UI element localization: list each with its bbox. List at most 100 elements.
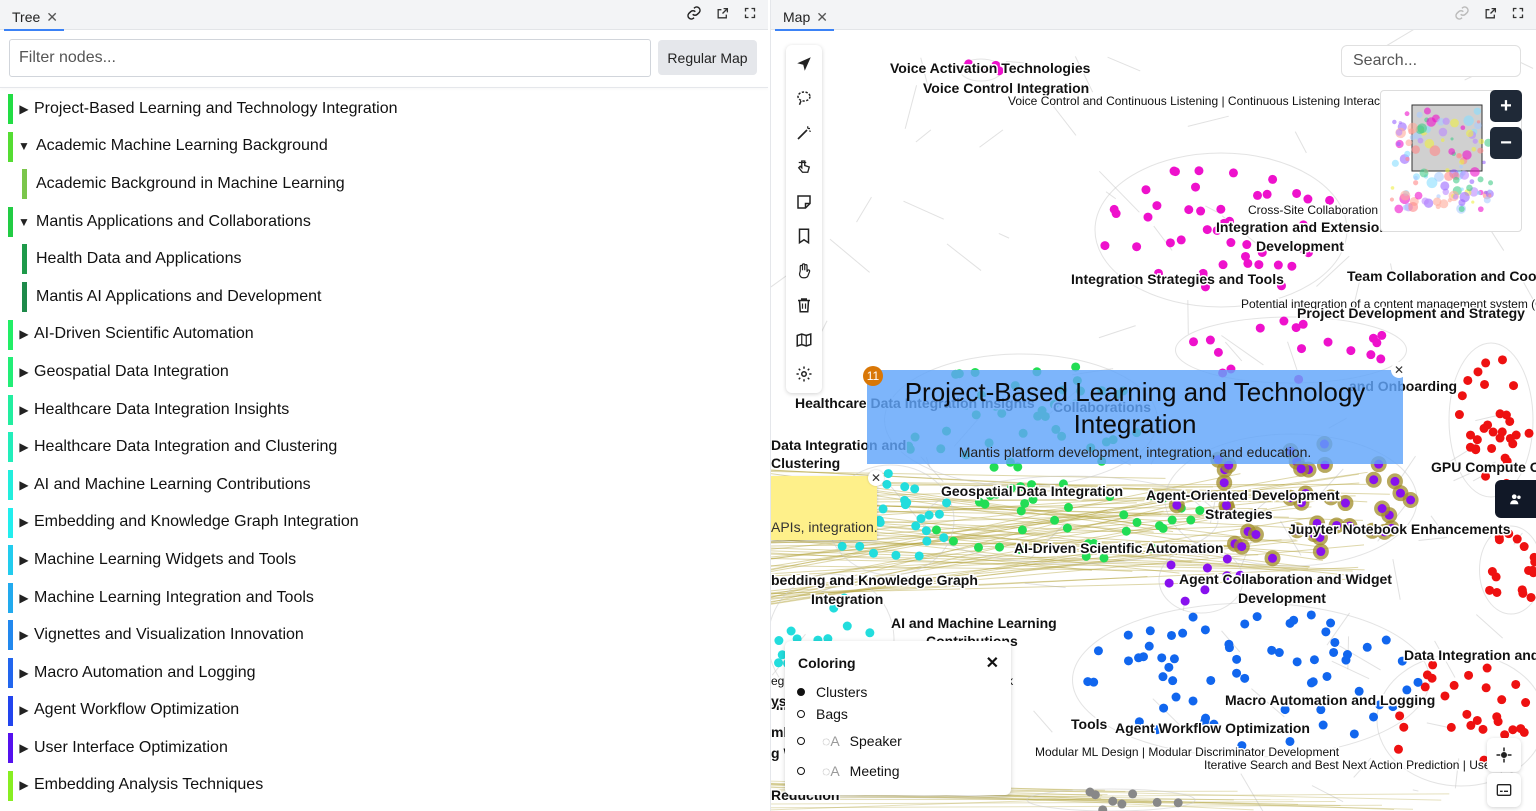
tree-node[interactable]: ▶ Macro Automation and Logging [0,654,768,692]
map-point [1186,515,1196,525]
map-point [1144,641,1154,651]
minimap-point [1447,198,1452,203]
collapse-triangle-icon[interactable]: ▼ [18,215,30,229]
popout-icon[interactable] [1482,5,1498,21]
expand-triangle-icon[interactable]: ▶ [18,327,30,341]
map-point [1488,427,1498,437]
map-point [1399,722,1409,732]
coloring-option-speaker[interactable]: ◌A Speaker [797,733,902,749]
tree-panel: Tree ✕ Regular Map ▶Project-Based Le [0,0,768,811]
recenter-button[interactable] [1487,738,1521,772]
bookmark-tool-button[interactable] [794,225,814,249]
tooltip-close-icon[interactable]: ✕ [1391,362,1407,378]
trash-tool-button[interactable] [794,294,814,318]
expand-triangle-icon[interactable]: ▶ [18,628,30,642]
expand-triangle-icon[interactable]: ▶ [18,741,30,755]
navigate-tool-button[interactable] [794,52,814,76]
filter-nodes-input[interactable] [9,39,651,77]
tree-node[interactable]: ▶ Healthcare Data Integration Insights [0,391,768,429]
settings-tool-button[interactable] [794,363,814,387]
sticky-note-tool-button[interactable] [794,190,814,214]
expand-triangle-icon[interactable]: ▶ [18,403,30,417]
tab-tree[interactable]: Tree ✕ [4,5,65,31]
tree-node[interactable]: ▶ Embedding Analysis Techniques [0,767,768,805]
pan-hand-tool-button[interactable] [794,259,814,283]
tab-close-icon[interactable]: ✕ [816,9,828,26]
lasso-tool-button[interactable] [794,87,814,111]
map-point [1141,185,1151,195]
radio-clusters[interactable] [797,688,805,696]
radio-speaker[interactable] [797,737,805,745]
expand-triangle-icon[interactable]: ▶ [18,102,30,116]
tab-active-indicator [4,29,65,31]
tab-map[interactable]: Map ✕ [775,5,834,31]
map-point [1279,316,1289,326]
coloring-close-icon[interactable]: ✕ [986,653,999,673]
tree-node-label: Embedding Analysis Techniques [34,776,264,794]
collapse-triangle-icon[interactable]: ▼ [18,139,30,153]
map-point [1446,722,1456,732]
map-point [1497,695,1507,705]
expand-triangle-icon[interactable]: ▶ [18,666,30,680]
regular-map-button[interactable]: Regular Map [658,40,757,75]
expand-triangle-icon[interactable]: ▶ [18,778,30,792]
map-point [1093,646,1103,656]
map-point [1273,260,1283,270]
link-icon[interactable] [686,5,702,21]
pointer-hand-tool-button[interactable] [794,156,814,180]
tree-node[interactable]: ▶ Project-Based Learning and Technology I… [0,90,768,128]
tree-node[interactable]: ▶ Healthcare Data Integration and Cluster… [0,428,768,466]
map-search-input[interactable] [1341,45,1521,77]
minimap-point [1394,204,1404,214]
map-point [1427,673,1437,683]
zoom-in-button[interactable]: + [1490,90,1522,122]
maximize-icon[interactable] [742,5,758,21]
tree-node[interactable]: ▶ Agent Workflow Optimization [0,692,768,730]
tree-node[interactable]: ▶ Machine Learning Integration and Tools [0,579,768,617]
radio-meeting[interactable] [797,767,805,775]
map-point [1487,566,1497,576]
expand-triangle-icon[interactable]: ▶ [18,703,30,717]
people-panel-button[interactable] [1495,480,1536,518]
coloring-option-meeting[interactable]: ◌A Meeting [797,763,899,779]
coloring-option-bags[interactable]: Bags [797,706,848,722]
minimap-point [1417,123,1427,134]
tree-node[interactable]: ▼ Mantis Applications and Collaborations [0,203,768,241]
map-point [1219,478,1229,488]
expand-triangle-icon[interactable]: ▶ [18,440,30,454]
zoom-out-button[interactable]: − [1490,127,1522,159]
map-tool-button[interactable] [794,328,814,352]
map-point [1326,618,1336,628]
tree-child-node[interactable]: Health Data and Applications [0,240,768,278]
tree-node[interactable]: ▶ Embedding and Knowledge Graph Integrati… [0,504,768,542]
magic-wand-tool-button[interactable] [794,121,814,145]
tree-child-node[interactable]: Mantis AI Applications and Development [0,278,768,316]
map-point [1478,724,1488,734]
tree-node[interactable]: ▶ AI and Machine Learning Contributions [0,466,768,504]
coloring-option-clusters[interactable]: Clusters [797,684,867,700]
map-point [1171,692,1181,702]
caption-toggle-button[interactable] [1487,773,1521,807]
tree-node[interactable]: ▶ AI-Driven Scientific Automation [0,316,768,354]
tree-node[interactable]: ▶ Machine Learning Widgets and Tools [0,541,768,579]
minimap-point [1405,156,1410,162]
map-point [1165,238,1175,248]
sticky-note[interactable]: APIs, integration. ✕ [771,470,884,540]
tree-node[interactable]: ▶ Vignettes and Visualization Innovation [0,616,768,654]
expand-triangle-icon[interactable]: ▶ [18,478,30,492]
tree-node[interactable]: ▶ Geospatial Data Integration [0,353,768,391]
popout-icon[interactable] [714,5,730,21]
cluster-tooltip[interactable]: Project-Based Learning and Technology In… [867,362,1407,464]
tree-child-node[interactable]: Academic Background in Machine Learning [0,165,768,203]
tree-node[interactable]: ▶ User Interface Optimization [0,729,768,767]
expand-triangle-icon[interactable]: ▶ [18,515,30,529]
expand-triangle-icon[interactable]: ▶ [18,591,30,605]
tree-node[interactable]: ▼ Academic Machine Learning Background [0,128,768,166]
expand-triangle-icon[interactable]: ▶ [18,553,30,567]
maximize-icon[interactable] [1510,5,1526,21]
radio-bags[interactable] [797,710,805,718]
tab-close-icon[interactable]: ✕ [46,9,58,26]
expand-triangle-icon[interactable]: ▶ [18,365,30,379]
sticky-note-close-icon[interactable]: ✕ [868,470,884,486]
link-icon[interactable] [1454,5,1470,21]
